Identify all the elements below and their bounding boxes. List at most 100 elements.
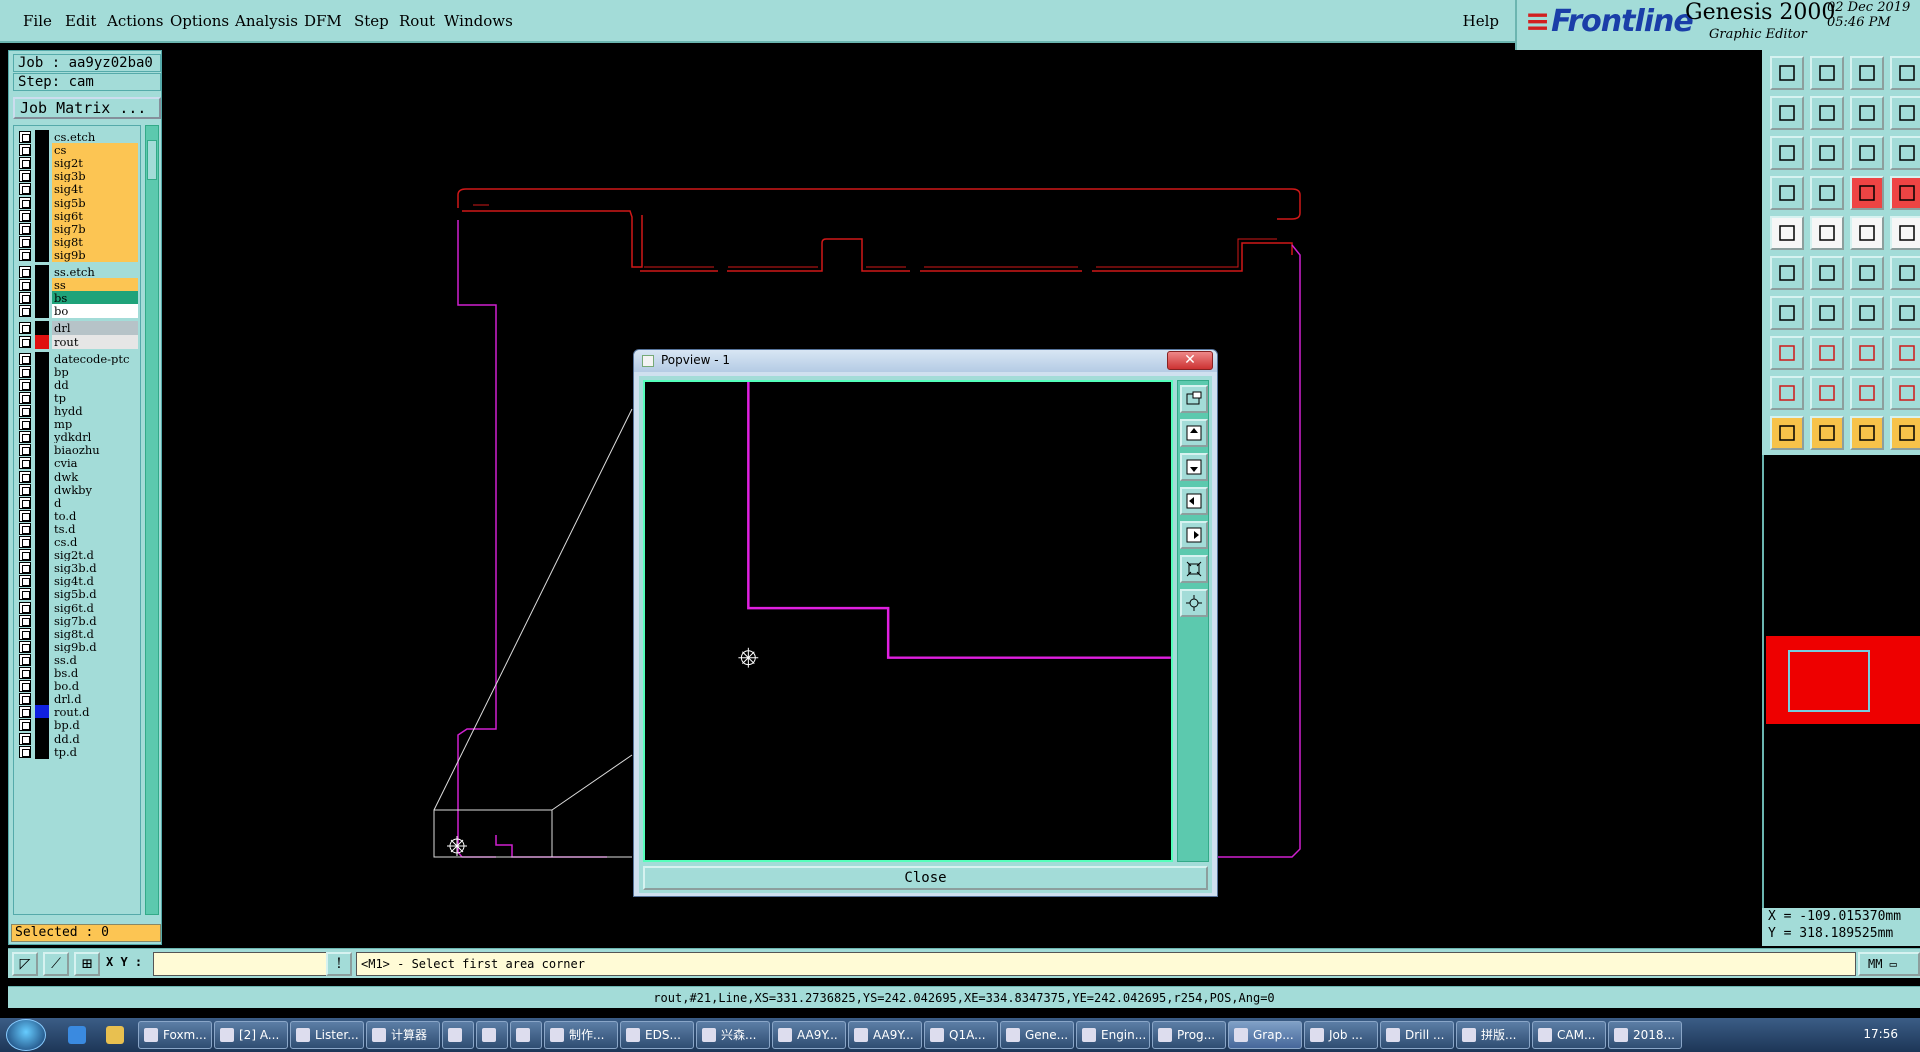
- triangle-icon[interactable]: [1850, 296, 1884, 330]
- layer-checkbox[interactable]: [19, 431, 31, 444]
- zoom-window-icon[interactable]: [1180, 385, 1208, 413]
- layer-row-sig7b[interactable]: sig7b: [18, 221, 142, 236]
- taskbar-item[interactable]: EDS...: [620, 1021, 694, 1049]
- rotate-right-icon[interactable]: [1770, 416, 1804, 450]
- layer-checkbox[interactable]: [19, 418, 31, 431]
- zoom-fit-icon[interactable]: [1180, 589, 1208, 617]
- layer-row-ts.d[interactable]: ts.d: [18, 521, 142, 536]
- layer-row-to.d[interactable]: to.d: [18, 508, 142, 523]
- layer-color-swatch[interactable]: [35, 417, 49, 432]
- layer-color-swatch[interactable]: [35, 626, 49, 641]
- layer-row-d[interactable]: d: [18, 495, 142, 510]
- layer-checkbox[interactable]: [19, 667, 31, 679]
- layer-color-swatch[interactable]: [35, 430, 49, 445]
- layer-row-sig9b.d[interactable]: sig9b.d: [18, 639, 142, 654]
- taskbar-item[interactable]: Prog...: [1152, 1021, 1226, 1049]
- layer-row-biaozhu[interactable]: biaozhu: [18, 443, 142, 458]
- layer-row-dd.d[interactable]: dd.d: [18, 731, 142, 746]
- layer-row-tp.d[interactable]: tp.d: [18, 744, 142, 759]
- layer-color-swatch[interactable]: [35, 561, 49, 576]
- snap-2-icon[interactable]: [1890, 216, 1920, 250]
- layer-checkbox[interactable]: [19, 470, 31, 483]
- layer-row-rout.d[interactable]: rout.d: [18, 705, 142, 720]
- layer-checkbox[interactable]: [19, 248, 31, 261]
- layer-row-sig3b[interactable]: sig3b: [18, 169, 142, 184]
- layer-row-drl[interactable]: drl: [18, 321, 142, 336]
- layer-color-swatch[interactable]: [35, 221, 49, 236]
- layer-checkbox[interactable]: [19, 196, 31, 209]
- layer-checkbox[interactable]: [19, 575, 31, 588]
- popview-canvas[interactable]: [643, 380, 1173, 862]
- xy-input[interactable]: [153, 952, 331, 976]
- menu-windows[interactable]: Windows: [444, 12, 513, 30]
- layer-checkbox[interactable]: [19, 509, 31, 522]
- layer-checkbox[interactable]: [19, 693, 31, 706]
- layer-color-swatch[interactable]: [35, 334, 49, 349]
- layer-color-swatch[interactable]: [35, 574, 49, 589]
- layer-checkbox[interactable]: [19, 640, 31, 653]
- zoom-fit-icon[interactable]: [1890, 416, 1920, 450]
- layer-row-ydkdrl[interactable]: ydkdrl: [18, 430, 142, 445]
- layer-color-swatch[interactable]: [35, 234, 49, 249]
- layer-row-ss[interactable]: ss: [18, 278, 142, 293]
- layer-color-swatch[interactable]: [35, 278, 49, 293]
- step-icon[interactable]: [1850, 416, 1884, 450]
- move-top-icon[interactable]: [1770, 56, 1804, 90]
- menu-analysis[interactable]: Analysis: [235, 12, 298, 30]
- overview-minimap[interactable]: [1766, 636, 1920, 724]
- menu-options[interactable]: Options: [170, 12, 229, 30]
- taskbar-item[interactable]: Foxm...: [138, 1021, 212, 1049]
- layer-color-swatch[interactable]: [35, 291, 49, 306]
- layer-checkbox[interactable]: [19, 732, 31, 745]
- taskbar-item[interactable]: CAM...: [1532, 1021, 1606, 1049]
- taskbar-item[interactable]: [2] A...: [214, 1021, 288, 1049]
- mirror-icon[interactable]: [1810, 416, 1844, 450]
- layer-checkbox[interactable]: [19, 279, 31, 292]
- layer-color-swatch[interactable]: [35, 548, 49, 563]
- layer-row-bp[interactable]: bp: [18, 364, 142, 379]
- sheet-icon[interactable]: [1890, 376, 1920, 410]
- layer-checkbox[interactable]: [19, 352, 31, 365]
- popview-close-button[interactable]: Close: [643, 866, 1208, 890]
- layer-color-swatch[interactable]: [35, 156, 49, 171]
- step-icon[interactable]: [1850, 96, 1884, 130]
- taskbar-item[interactable]: 兴森...: [696, 1021, 770, 1049]
- net-red-2-icon[interactable]: [1770, 176, 1804, 210]
- layer-color-swatch[interactable]: [35, 377, 49, 392]
- layer-row-cs.etch[interactable]: cs.etch: [18, 130, 142, 144]
- layer-checkbox[interactable]: [19, 209, 31, 222]
- ratio-icon[interactable]: [1770, 136, 1804, 170]
- scrollbar-thumb[interactable]: [147, 140, 157, 180]
- select-2-icon[interactable]: [1850, 336, 1884, 370]
- taskbar-item[interactable]: AA9Y...: [772, 1021, 846, 1049]
- layer-row-cs.d[interactable]: cs.d: [18, 535, 142, 549]
- layer-row-sig5b.d[interactable]: sig5b.d: [18, 587, 142, 602]
- layer-checkbox[interactable]: [19, 745, 31, 758]
- sheet-icon[interactable]: [1890, 56, 1920, 90]
- layer-color-swatch[interactable]: [35, 692, 49, 707]
- layer-color-swatch[interactable]: [35, 718, 49, 733]
- snap-icon[interactable]: [1850, 216, 1884, 250]
- pan-right-icon[interactable]: [1180, 521, 1208, 549]
- start-button[interactable]: [6, 1019, 46, 1051]
- layer-color-swatch[interactable]: [35, 143, 49, 158]
- close-icon[interactable]: ✕: [1167, 351, 1213, 370]
- layer-checkbox[interactable]: [19, 144, 31, 157]
- menu-actions[interactable]: Actions: [107, 12, 163, 30]
- layer-color-swatch[interactable]: [35, 600, 49, 615]
- layer-checkbox[interactable]: [19, 627, 31, 640]
- layer-checkbox[interactable]: [19, 496, 31, 509]
- menu-dfm[interactable]: DFM: [304, 12, 342, 30]
- layer-color-swatch[interactable]: [35, 705, 49, 720]
- taskbar-item[interactable]: Grap...: [1228, 1021, 1302, 1049]
- ruler-icon[interactable]: [1890, 176, 1920, 210]
- layer-checkbox[interactable]: [19, 335, 31, 348]
- layer-row-dwk[interactable]: dwk: [18, 469, 142, 484]
- layer-scrollbar[interactable]: [145, 125, 159, 915]
- layer-color-swatch[interactable]: [35, 744, 49, 759]
- layer-color-swatch[interactable]: [35, 265, 49, 279]
- layer-row-hydd[interactable]: hydd: [18, 404, 142, 418]
- layer-color-swatch[interactable]: [35, 495, 49, 510]
- layer-checkbox[interactable]: [19, 601, 31, 614]
- layer-row-bs[interactable]: bs: [18, 291, 142, 306]
